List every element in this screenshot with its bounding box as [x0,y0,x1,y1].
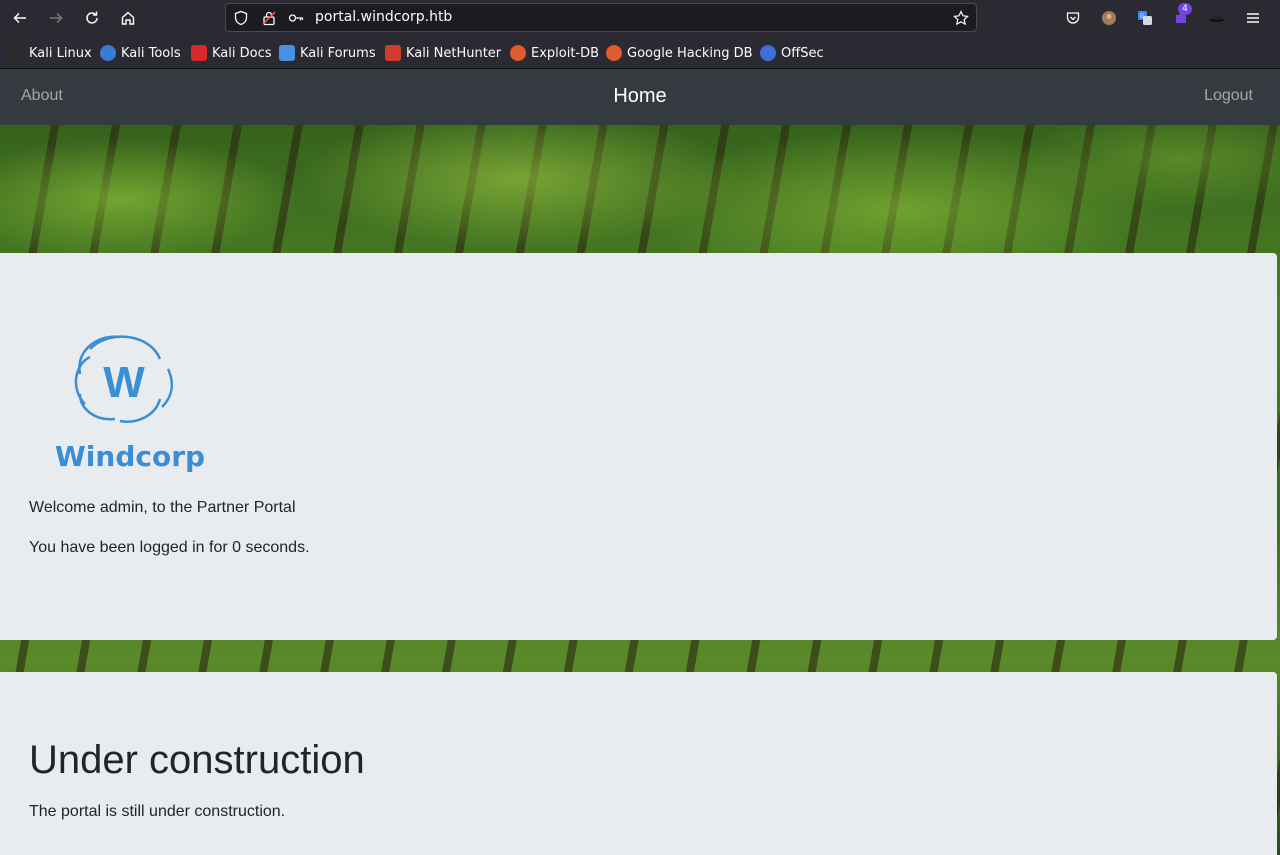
construction-text: The portal is still under construction. [29,803,286,820]
bookmark-offsec[interactable]: OffSec [760,44,824,62]
windcorp-logo: W Windcorp [55,335,205,473]
construction-panel: Under construction The portal is still u… [0,672,1277,855]
exploit-db-icon [510,45,526,61]
nav-logout-link[interactable]: Logout [1204,87,1253,105]
home-icon [121,11,135,25]
kali-nethunter-icon [385,45,401,61]
offsec-icon [760,45,776,61]
nav-about-link[interactable]: About [21,87,63,105]
avatar-icon [1102,11,1116,25]
hat-icon [1210,15,1224,22]
back-button[interactable] [6,4,34,32]
bookmark-kali-linux[interactable]: Kali Linux [8,44,92,62]
hat-extension-button[interactable] [1203,4,1231,32]
account-button[interactable] [1095,4,1123,32]
translate-icon: G [1138,11,1152,25]
bookmark-star-icon[interactable] [953,10,969,26]
shield-icon[interactable] [233,10,249,26]
bookmark-google-hacking-db[interactable]: Google Hacking DB [606,44,753,62]
pocket-button[interactable] [1059,4,1087,32]
kali-tools-icon [100,45,116,61]
reload-button[interactable] [78,4,106,32]
extension-badge: 4 [1178,3,1192,15]
welcome-message: Welcome admin, to the Partner Portal [29,499,296,516]
pocket-icon [1066,12,1080,24]
arrow-left-icon [13,12,26,24]
menu-button[interactable] [1239,4,1267,32]
svg-text:G: G [1140,13,1145,20]
url-bar[interactable]: portal.windcorp.htb [225,3,977,32]
hamburger-menu-icon [1247,13,1259,23]
arrow-right-icon [50,12,63,24]
translate-extension-button[interactable]: G [1131,4,1159,32]
site-navbar: About Home Logout [0,69,1280,125]
key-icon[interactable] [288,10,304,26]
insecure-lock-icon[interactable] [261,10,277,26]
reload-icon [86,11,98,24]
kali-dragon-icon [8,45,24,61]
logo-text: Windcorp [55,440,205,473]
browser-toolbar: portal.windcorp.htb G 4 [0,0,1280,36]
bookmark-kali-tools[interactable]: Kali Tools [100,44,181,62]
google-hacking-db-icon [606,45,622,61]
bookmarks-toolbar: Kali Linux Kali Tools Kali Docs Kali For… [0,36,1280,69]
home-button[interactable] [114,4,142,32]
kali-docs-icon [191,45,207,61]
bookmark-exploit-db[interactable]: Exploit-DB [510,44,599,62]
nav-home-link[interactable]: Home [613,85,666,107]
bookmark-kali-docs[interactable]: Kali Docs [191,44,272,62]
kali-forums-icon [279,45,295,61]
construction-heading: Under construction [29,738,365,782]
page-content: About Home Logout W Windcorp Welcome adm… [0,69,1280,855]
welcome-panel: W Windcorp Welcome admin, to the Partner… [0,253,1277,640]
forward-button[interactable] [42,4,70,32]
session-timer-text: You have been logged in for 0 seconds. [29,539,310,556]
svg-text:W: W [103,358,145,407]
bookmark-kali-nethunter[interactable]: Kali NetHunter [385,44,501,62]
url-text[interactable]: portal.windcorp.htb [315,9,452,25]
bookmark-kali-forums[interactable]: Kali Forums [279,44,376,62]
